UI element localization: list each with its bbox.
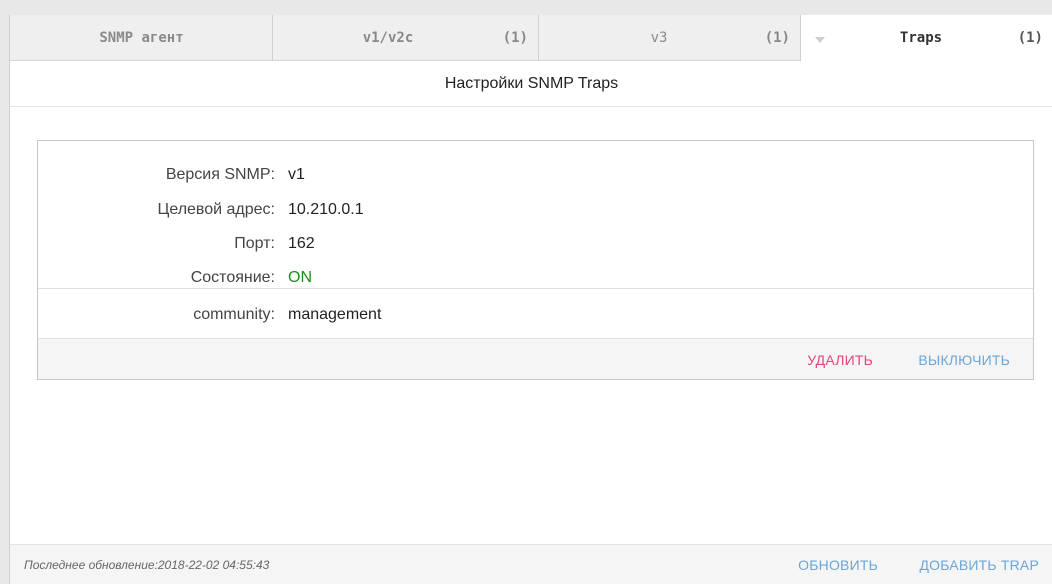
port-value: 162 (288, 235, 315, 252)
add-trap-button[interactable]: ДОБАВИТЬ TRAP (919, 557, 1039, 573)
version-value: v1 (288, 166, 305, 183)
section-title: Настройки SNMP Traps (10, 53, 1052, 107)
state-row: Состояние: ON (38, 269, 1033, 293)
version-row: Версия SNMP: v1 (38, 166, 1033, 190)
port-label: Порт: (234, 235, 275, 252)
state-value: ON (288, 269, 312, 286)
divider (38, 288, 1033, 289)
tab-label: Traps (899, 30, 943, 46)
delete-button[interactable]: УДАЛИТЬ (807, 352, 873, 368)
last-update-text: Последнее обновление:2018-22-02 04:55:43 (24, 558, 270, 572)
tab-count: (1) (764, 30, 790, 46)
port-row: Порт: 162 (38, 235, 1033, 259)
target-value: 10.210.0.1 (288, 201, 364, 218)
tab-count: (1) (1017, 30, 1043, 46)
tab-label: SNMP агент (99, 30, 184, 46)
disable-button[interactable]: ВЫКЛЮЧИТЬ (918, 352, 1010, 368)
card-actions: УДАЛИТЬ ВЫКЛЮЧИТЬ (38, 338, 1033, 379)
target-label: Целевой адрес: (157, 201, 275, 218)
trap-card: Версия SNMP: v1 Целевой адрес: 10.210.0.… (37, 140, 1034, 380)
community-value: management (288, 306, 382, 323)
snmp-panel: SNMP агент v1/v2c (1) v3 (1) Traps (1) Н… (9, 15, 1052, 584)
tab-count: (1) (502, 30, 528, 46)
panel-footer: Последнее обновление:2018-22-02 04:55:43… (10, 544, 1052, 584)
state-label: Состояние: (190, 269, 275, 286)
community-label: community: (193, 306, 275, 323)
tab-label: v1/v2c (362, 30, 414, 46)
tab-label: v3 (650, 30, 668, 46)
version-label: Версия SNMP: (165, 166, 275, 183)
target-row: Целевой адрес: 10.210.0.1 (38, 201, 1033, 225)
refresh-button[interactable]: ОБНОВИТЬ (798, 557, 878, 573)
community-row: community: management (38, 306, 1033, 330)
